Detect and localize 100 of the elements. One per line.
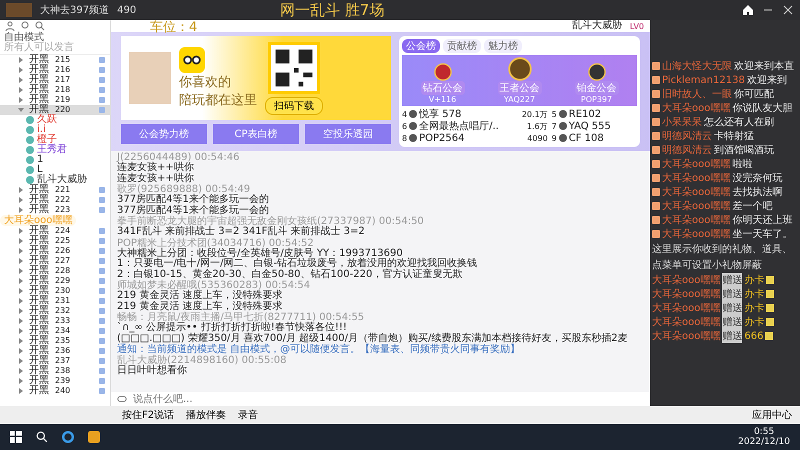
viewer-name[interactable]: Pickleman12138 xyxy=(662,74,745,86)
message-text: 连麦女孩++哄你 xyxy=(117,163,195,173)
room-row[interactable]: 开黑 225 xyxy=(0,236,110,246)
viewer-name[interactable]: 大耳朵ooo嘿嘿 xyxy=(662,185,730,199)
room-row[interactable]: 开黑 221 xyxy=(0,185,110,195)
viewer-message: 你可匹配 xyxy=(734,88,774,101)
mode-hint: 所有人可以发言 xyxy=(4,43,74,53)
clock-date: 2022/12/10 xyxy=(738,437,790,447)
rank-number: 4 xyxy=(402,110,408,118)
ranking-tab[interactable]: 公会榜 xyxy=(402,39,440,53)
message-text: (□□□.□□□) 荣耀350/月 喜欢700/月 超级1400/月（带自炮）购买/续费股东满加本档接待好友，买股东秒插2麦 xyxy=(117,334,629,344)
message-text: 377房匹配4等1来个能多玩一会的 xyxy=(117,206,270,216)
room-row[interactable]: 开黑 224 xyxy=(0,226,110,236)
room-row[interactable]: 开黑 227 xyxy=(0,256,110,266)
viewer-name[interactable]: 大耳朵ooo嘿嘿 xyxy=(662,171,730,185)
room-row[interactable]: 开黑 232 xyxy=(0,306,110,316)
room-row[interactable]: 开黑 236 xyxy=(0,346,110,356)
toolbar-button[interactable]: 播放伴奏 xyxy=(184,408,228,422)
room-row[interactable]: 开黑 239 xyxy=(0,376,110,386)
download-button[interactable]: 扫码下载 xyxy=(265,96,323,114)
viewer-name[interactable]: 大耳朵ooo嘿嘿 xyxy=(662,213,730,227)
viewer-name[interactable]: 明德风清云 xyxy=(662,143,712,157)
viewer-name[interactable]: 大耳朵ooo嘿嘿 xyxy=(662,157,730,171)
room-row[interactable]: 开黑 234 xyxy=(0,326,110,336)
user-icon[interactable] xyxy=(5,21,15,31)
clock-time: 0:55 xyxy=(754,427,774,437)
gamepad-icon[interactable] xyxy=(117,394,127,404)
member-name[interactable]: 橙子 xyxy=(37,135,57,145)
viewer-name[interactable]: 大耳朵ooo嘿嘿 xyxy=(652,329,720,343)
room-row[interactable]: 开黑 240 xyxy=(0,386,110,396)
stream-overlay-text: 网一乱斗 胜7场 xyxy=(280,1,384,19)
member-name[interactable]: L xyxy=(37,165,43,175)
viewer-name[interactable]: 明德风清云 xyxy=(662,129,712,143)
browser-icon[interactable] xyxy=(62,431,74,443)
viewer-name[interactable]: 小呆呆呆 xyxy=(662,115,702,129)
room-row[interactable]: 开黑 223 xyxy=(0,205,110,215)
ranking-tab[interactable]: 贡献榜 xyxy=(443,39,481,53)
viewer-name[interactable]: 大耳朵ooo嘿嘿 xyxy=(662,101,730,115)
viewer-name[interactable]: 山海大怪大无限 xyxy=(662,59,732,73)
member-name[interactable]: 王秀君 xyxy=(37,145,67,155)
room-row[interactable]: 开黑 235 xyxy=(0,336,110,346)
viewer-name[interactable]: 旧时故人、一眼 xyxy=(662,87,732,101)
toolbar-button[interactable]: 按住F2说话 xyxy=(120,408,176,422)
guild-name[interactable]: 悦享 578 xyxy=(419,107,520,121)
viewer-name[interactable]: 大耳朵ooo嘿嘿 xyxy=(652,301,720,315)
room-row[interactable]: 开黑 229 xyxy=(0,276,110,286)
room-row[interactable]: 开黑 218 xyxy=(0,85,110,95)
viewer-name[interactable]: 大耳朵ooo嘿嘿 xyxy=(662,227,730,241)
guild-score: 1.6万 xyxy=(526,120,548,132)
message-text: 341F乱斗 来前排战士 3=2 341F乱斗 来前排战士 3=2 xyxy=(117,227,366,238)
close-icon[interactable] xyxy=(782,4,794,16)
guild-name[interactable]: 全网最热点唱厅/.. xyxy=(419,119,525,133)
home-icon[interactable] xyxy=(742,4,754,16)
channel-mode: 自由模式 xyxy=(4,33,44,43)
mascot-icon xyxy=(179,47,205,73)
ranking-tab[interactable]: 魅力榜 xyxy=(484,39,522,53)
member-name[interactable]: 1 xyxy=(37,155,44,165)
room-row[interactable]: 开黑 220 xyxy=(0,105,110,115)
guild-name[interactable]: CF 108 xyxy=(568,132,637,144)
app-icon[interactable] xyxy=(88,431,100,443)
room-row[interactable]: 开黑 238 xyxy=(0,366,110,376)
member-name[interactable]: 久跃 xyxy=(37,115,57,125)
guild-name[interactable]: YAQ 555 xyxy=(568,120,637,132)
room-row[interactable]: 开黑 233 xyxy=(0,316,110,326)
member-name[interactable]: i.i xyxy=(37,125,46,135)
collapse-icon[interactable] xyxy=(18,107,24,113)
user-name[interactable]: 乱斗大威胁 xyxy=(572,20,622,32)
windows-start-icon[interactable] xyxy=(10,431,22,443)
rank-number: 6 xyxy=(402,122,408,130)
viewer-name[interactable]: 大耳朵ooo嘿嘿 xyxy=(652,287,720,301)
guild-name[interactable]: RE102 xyxy=(568,108,637,120)
member-name[interactable]: 乱斗大威胁 xyxy=(37,175,87,185)
search-icon[interactable] xyxy=(36,431,48,443)
viewer-message: 差一个吧 xyxy=(732,200,772,213)
app-center-button[interactable]: 应用中心 xyxy=(750,408,794,422)
viewer-name[interactable]: 大耳朵ooo嘿嘿 xyxy=(652,315,720,329)
viewer-message: 到酒馆喝酒玩 xyxy=(714,144,774,157)
message-text: 日日叶叶想看你 xyxy=(117,366,188,376)
room-row[interactable]: 开黑 231 xyxy=(0,296,110,306)
stream-overlay-text: 车位：4 xyxy=(150,20,198,35)
floating-username: 大耳朵ooo嘿嘿 xyxy=(0,215,76,226)
gift-action: 赠送 xyxy=(722,301,742,315)
viewer-name[interactable]: 大耳朵ooo嘿嘿 xyxy=(652,273,720,287)
chat-input-bar[interactable]: 说点什么吧... xyxy=(111,392,650,406)
room-row[interactable]: 开黑 226 xyxy=(0,246,110,256)
room-row[interactable]: 开黑 228 xyxy=(0,266,110,276)
message-text: `∩_∞ 公屏提示•• 打折打折打折啦!春节快落各位!!! xyxy=(117,323,348,333)
room-row[interactable]: 开黑 230 xyxy=(0,286,110,296)
room-row[interactable]: 开黑 216 xyxy=(0,65,110,75)
ad-banner[interactable]: 你喜欢的 陪玩都在这里 扫码下载 xyxy=(121,36,391,120)
gift-action: 赠送 xyxy=(722,315,742,329)
toolbar-button[interactable]: 录音 xyxy=(236,408,260,422)
room-row[interactable]: 开黑 222 xyxy=(0,195,110,205)
room-row[interactable]: 开黑 215 xyxy=(0,55,110,65)
viewer-name[interactable]: 大耳朵ooo嘿嘿 xyxy=(662,199,730,213)
room-row[interactable]: 开黑 237 xyxy=(0,356,110,366)
room-row[interactable]: 开黑 219 xyxy=(0,95,110,105)
guild-name[interactable]: POP2564 xyxy=(419,132,526,144)
viewer-message: 卡特射猛 xyxy=(714,130,754,143)
room-row[interactable]: 开黑 217 xyxy=(0,75,110,85)
